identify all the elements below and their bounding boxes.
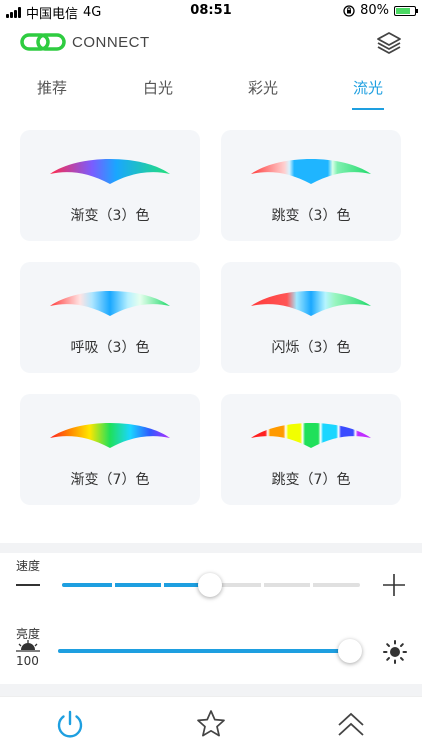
link-logo-icon: [20, 33, 66, 51]
status-bar: 中国电信 4G 08:51 80%: [0, 0, 422, 22]
effect-label: 呼吸（3）色: [70, 340, 150, 356]
effect-card-jump-3[interactable]: 跳变（3）色: [221, 130, 401, 241]
tab-label: 流光: [352, 79, 383, 97]
speed-segment-gap: [260, 583, 264, 587]
effect-card-breath-3[interactable]: 呼吸（3）色: [20, 262, 200, 373]
effect-card-flash-3[interactable]: 闪烁（3）色: [221, 262, 401, 373]
effect-label: 闪烁（3）色: [271, 340, 351, 356]
jump-7-preview-icon: [251, 423, 371, 448]
status-right: 80%: [343, 3, 418, 18]
sun-icon: [383, 640, 407, 664]
effect-card-gradient-7[interactable]: 渐变（7）色: [20, 394, 200, 505]
speed-decrease-button[interactable]: [16, 584, 40, 586]
battery-percent: 80%: [360, 3, 389, 18]
speed-segment-gap: [161, 583, 165, 587]
mode-tabs: 推荐 白光 彩光 流光: [0, 76, 422, 112]
tab-label: 白光: [142, 79, 173, 97]
app-header: CONNECT: [0, 28, 422, 62]
brightness-slider[interactable]: [58, 649, 350, 653]
brightness-value: 100: [16, 654, 39, 668]
effect-label: 跳变（7）色: [271, 472, 351, 488]
sunset-icon: [16, 640, 40, 652]
jump-3-preview-icon: [251, 159, 371, 184]
layers-button[interactable]: [376, 30, 402, 56]
bottom-nav: [0, 696, 422, 751]
expand-up-button[interactable]: [334, 707, 368, 741]
speed-increase-button[interactable]: [382, 573, 406, 597]
effect-label: 跳变（3）色: [271, 208, 351, 224]
app-logo: CONNECT: [20, 32, 150, 52]
star-icon: [197, 710, 225, 737]
power-button[interactable]: [53, 707, 87, 741]
plus-icon: [383, 574, 405, 596]
flash-3-preview-icon: [251, 291, 371, 316]
speed-slider-thumb[interactable]: [198, 573, 223, 597]
orientation-lock-icon: [343, 4, 355, 17]
speed-slider-fill: [62, 583, 211, 587]
brightness-slider-fill: [58, 649, 350, 653]
breath-3-preview-icon: [50, 291, 170, 316]
effect-label: 渐变（3）色: [70, 208, 150, 224]
effect-card-jump-7[interactable]: 跳变（7）色: [221, 394, 401, 505]
tab-white-light[interactable]: 白光: [128, 76, 188, 112]
speed-segment-gap: [310, 583, 314, 587]
tab-flow-light[interactable]: 流光: [338, 76, 398, 112]
logo-text: CONNECT: [72, 33, 150, 51]
battery-icon: [394, 5, 418, 16]
section-divider: [0, 543, 422, 553]
layers-icon: [377, 32, 401, 54]
power-icon: [57, 710, 83, 738]
speed-label: 速度: [16, 559, 41, 573]
effect-label: 渐变（7）色: [70, 472, 150, 488]
bottom-divider: [0, 684, 422, 696]
gradient-7-preview-icon: [50, 423, 170, 448]
gradient-3-preview-icon: [50, 159, 170, 184]
favorites-button[interactable]: [194, 707, 228, 741]
tab-label: 彩光: [247, 79, 278, 97]
tab-recommend[interactable]: 推荐: [22, 76, 82, 112]
tab-label: 推荐: [36, 79, 67, 97]
effect-card-gradient-3[interactable]: 渐变（3）色: [20, 130, 200, 241]
speed-segment-gap: [111, 583, 115, 587]
brightness-slider-thumb[interactable]: [338, 639, 362, 663]
active-tab-underline: [352, 108, 384, 110]
tab-color-light[interactable]: 彩光: [233, 76, 293, 112]
double-chevron-up-icon: [338, 712, 364, 736]
